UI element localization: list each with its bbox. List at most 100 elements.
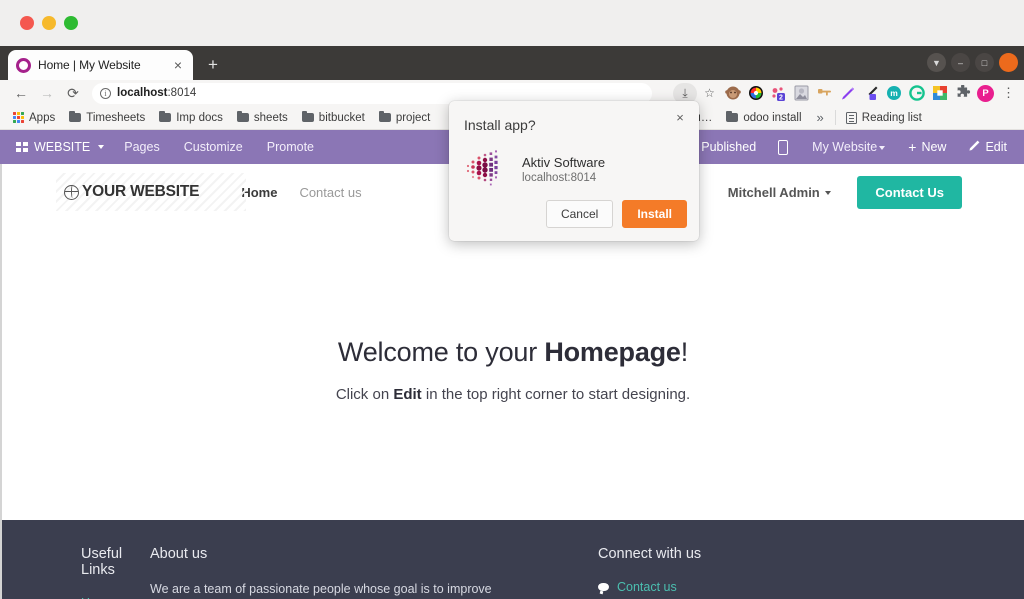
site-selector-label: My Website [812, 140, 878, 154]
back-button[interactable]: ← [8, 82, 34, 104]
close-icon[interactable] [999, 53, 1018, 72]
new-label: New [921, 140, 947, 154]
odoo-menu-promote[interactable]: Promote [255, 140, 326, 154]
dialog-app-info: Aktiv Software localhost:8014 [464, 149, 605, 189]
install-app-dialog: Install app? × Aktiv Software localhost:… [449, 101, 699, 241]
hero-title-suffix: ! [680, 337, 689, 367]
svg-text:m: m [890, 88, 898, 98]
window-controls: ▼ – □ [927, 53, 1018, 72]
tab-title: Home | My Website [38, 58, 141, 72]
site-logo[interactable]: YOUR WEBSITE [55, 173, 247, 211]
bookmark-odoo-install[interactable]: odoo install [719, 108, 808, 128]
site-nav-home[interactable]: Home [241, 185, 277, 200]
chevron-down-icon [98, 145, 105, 149]
browser-tab[interactable]: Home | My Website × [8, 50, 193, 80]
aktiv-software-dots-logo [464, 149, 508, 189]
bookmark-label: sheets [253, 111, 288, 124]
site-footer: Useful Links Home About us We are a team… [2, 520, 1024, 599]
chevron-down-icon[interactable]: ▼ [927, 53, 946, 72]
odoo-menu-customize[interactable]: Customize [172, 140, 255, 154]
site-info-icon[interactable]: i [100, 87, 111, 99]
extension-marker-icon[interactable] [837, 83, 858, 104]
plus-icon: + [908, 139, 917, 155]
bookmark-star-icon[interactable]: ☆ [699, 83, 720, 104]
extension-key-icon[interactable] [814, 83, 835, 104]
user-menu[interactable]: Mitchell Admin [728, 185, 832, 200]
url-port: :8014 [167, 87, 197, 99]
odoo-menu-pages[interactable]: Pages [112, 140, 171, 154]
site-logo-text: YOUR WEBSITE [82, 183, 200, 200]
footer-heading: About us [150, 546, 208, 562]
reading-list-button[interactable]: Reading list [839, 108, 929, 128]
extension-tabs-icon[interactable]: 2 [768, 83, 789, 104]
address-bar-value: localhost:8014 [117, 87, 196, 99]
publish-label: Published [701, 140, 757, 154]
close-tab-icon[interactable]: × [171, 58, 185, 72]
extension-colorpicker-icon[interactable] [745, 83, 766, 104]
footer-link-contact-us[interactable]: Contact us [617, 580, 677, 594]
bookmark-label: bitbucket [318, 111, 365, 124]
svg-text:2: 2 [779, 94, 783, 101]
bookmark-label: Timesheets [86, 111, 146, 124]
close-window-button[interactable] [20, 16, 34, 30]
restore-icon[interactable]: □ [975, 53, 994, 72]
bookmark-label: odoo install [743, 111, 802, 124]
extension-m-icon[interactable]: m [883, 83, 904, 104]
minimize-window-button[interactable] [42, 16, 56, 30]
bookmark-apps[interactable]: Apps [6, 108, 62, 128]
new-tab-button[interactable]: + [202, 54, 224, 76]
install-button[interactable]: Install [622, 200, 687, 228]
odoo-apps-menu[interactable]: WEBSITE [8, 140, 112, 154]
folder-icon [726, 110, 739, 122]
profile-avatar[interactable]: P [975, 83, 996, 104]
globe-icon [64, 184, 79, 200]
profile-initial: P [977, 84, 994, 102]
odoo-top-bar-right: Published My Website + New Edit [657, 139, 1024, 155]
extension-pen-icon[interactable] [860, 83, 881, 104]
chevron-down-icon [879, 145, 886, 150]
zoom-window-button[interactable] [64, 16, 78, 30]
site-nav-contact-us[interactable]: Contact us [299, 185, 361, 200]
folder-icon [69, 110, 82, 122]
extension-monkey-icon[interactable] [722, 83, 743, 104]
contact-us-button[interactable]: Contact Us [857, 175, 962, 209]
minimize-icon[interactable]: – [951, 53, 970, 72]
bookmark-sheets[interactable]: sheets [230, 108, 295, 128]
bookmarks-overflow-button[interactable]: » [809, 110, 832, 125]
dialog-title: Install app? [464, 117, 536, 133]
extension-grammarly-icon[interactable] [906, 83, 927, 104]
pencil-icon [968, 140, 980, 155]
mobile-preview-icon[interactable] [778, 139, 789, 155]
bookmark-bitbucket[interactable]: bitbucket [295, 108, 372, 128]
dialog-app-text: Aktiv Software localhost:8014 [522, 155, 605, 184]
reload-button[interactable]: ⟳ [60, 82, 86, 104]
forward-button[interactable]: → [34, 82, 60, 104]
folder-icon [378, 110, 391, 122]
edit-label: Edit [985, 140, 1007, 154]
footer-heading: Connect with us [598, 546, 702, 562]
bookmark-imp-docs[interactable]: Imp docs [152, 108, 230, 128]
footer-heading: Useful Links [81, 546, 123, 578]
bookmark-timesheets[interactable]: Timesheets [62, 108, 152, 128]
apps-squares-icon [16, 142, 28, 152]
folder-icon [236, 110, 249, 122]
site-header-right: Mitchell Admin Contact Us [728, 175, 962, 209]
odoo-edit-button[interactable]: Edit [957, 140, 1018, 155]
footer-col-about-us: About us We are a team of passionate peo… [150, 546, 598, 599]
bookmark-project[interactable]: project [372, 108, 438, 128]
cancel-button[interactable]: Cancel [545, 200, 614, 228]
bookmark-label: Apps [29, 111, 56, 124]
extension-palette-icon[interactable] [929, 83, 950, 104]
close-icon[interactable]: × [671, 109, 689, 127]
footer-about-text: We are a team of passionate people whose… [150, 582, 492, 596]
footer-col-connect: Connect with us Contact us [598, 546, 946, 599]
odoo-site-selector[interactable]: My Website [800, 140, 897, 154]
footer-col-useful-links: Useful Links Home [2, 546, 150, 599]
browser-window: Home | My Website × + ▼ – □ ← → ⟳ i loca… [0, 0, 1024, 599]
odoo-new-button[interactable]: + New [897, 140, 957, 154]
reading-list-icon [845, 111, 857, 124]
extension-screenshot-icon[interactable] [791, 83, 812, 104]
extension-puzzle-icon[interactable] [952, 83, 973, 104]
browser-menu-icon[interactable]: ⋮ [998, 83, 1019, 104]
bookmark-label: project [395, 111, 431, 124]
